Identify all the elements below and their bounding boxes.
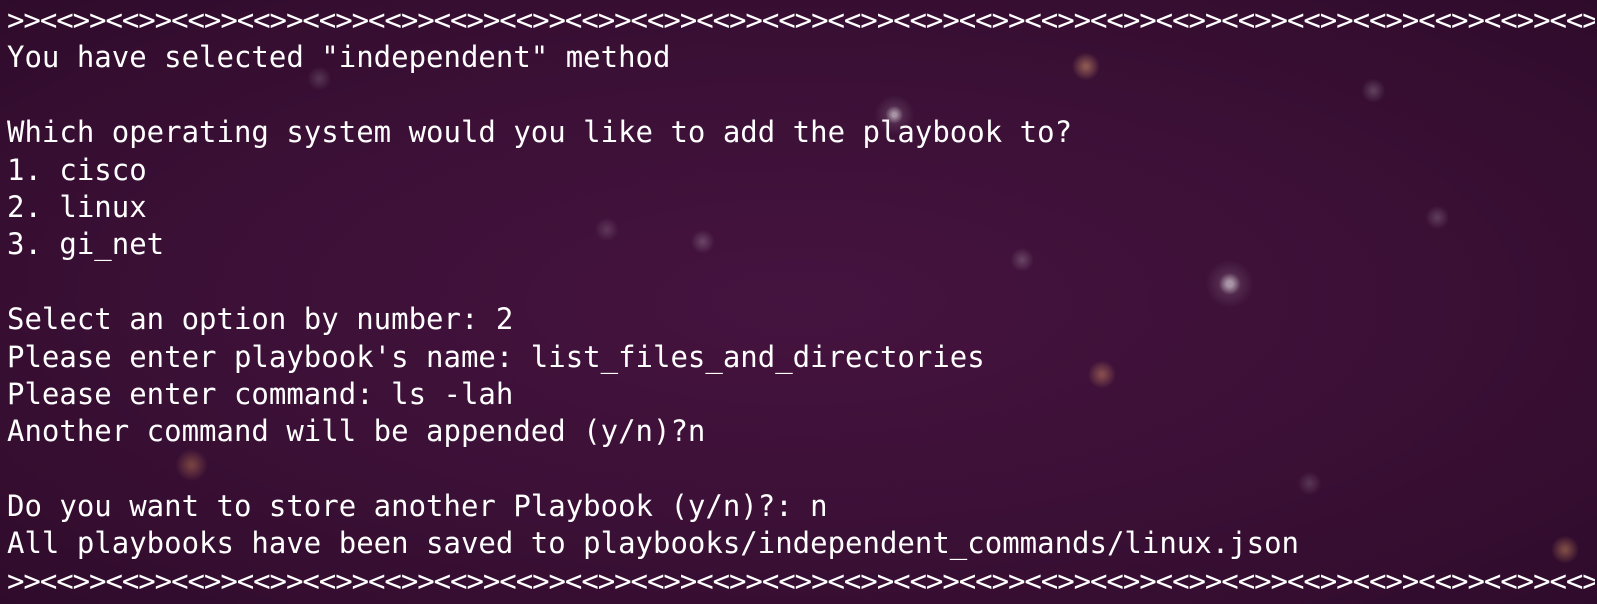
option-cisco: 1. cisco: [7, 152, 147, 187]
store-prompt-line: Do you want to store another Playbook (y…: [7, 489, 828, 524]
playbook-name-line: Please enter playbook's name: list_files…: [7, 339, 985, 374]
command-line: Please enter command: ls -lah: [7, 376, 514, 411]
option-gi-net: 3. gi_net: [7, 227, 165, 262]
append-prompt-line: Another command will be appended (y/n)?n: [7, 414, 706, 449]
saved-message-line: All playbooks have been saved to playboo…: [7, 526, 1300, 561]
option-linux: 2. linux: [7, 189, 147, 224]
selected-method-line: You have selected "independent" method: [7, 40, 671, 75]
separator-top: >><<>><<>><<>><<>><<>><<>><<>><<>><<>><<…: [7, 3, 1595, 37]
os-question-line: Which operating system would you like to…: [7, 115, 1073, 150]
separator-bottom: >><<>><<>><<>><<>><<>><<>><<>><<>><<>><<…: [7, 563, 1595, 598]
terminal-output: >><<>><<>><<>><<>><<>><<>><<>><<>><<>><<…: [7, 2, 1595, 602]
select-prompt-line: Select an option by number: 2: [7, 302, 514, 337]
